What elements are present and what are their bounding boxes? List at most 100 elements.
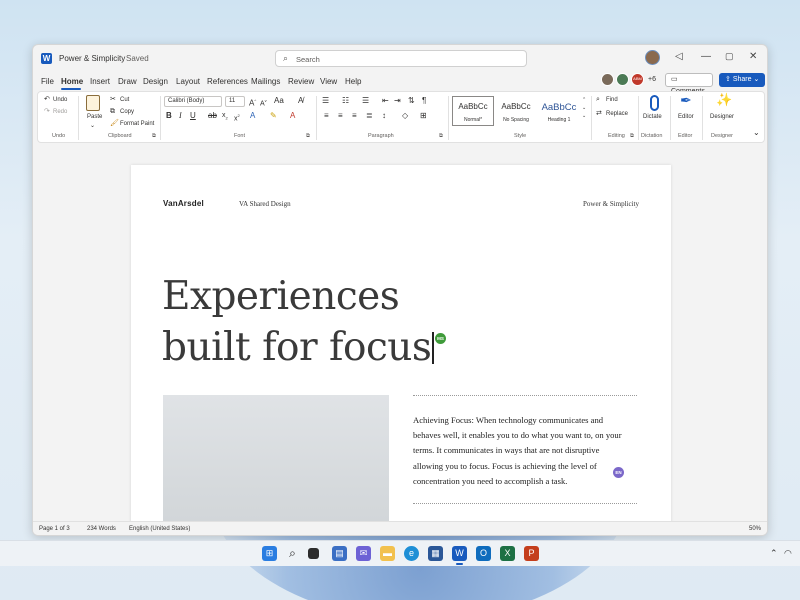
dialog-launcher-icon[interactable]: ⧉ [306, 133, 310, 140]
underline-icon[interactable]: U [190, 111, 196, 121]
bold-icon[interactable]: B [166, 111, 172, 121]
document-page[interactable]: VanArsdel VA Shared Design Power & Simpl… [131, 165, 671, 521]
collaborator-avatar[interactable] [601, 73, 614, 86]
tab-help[interactable]: Help [345, 77, 361, 86]
outlook-icon[interactable]: O [476, 546, 491, 561]
tab-review[interactable]: Review [288, 77, 314, 86]
coauthor-presence-badge[interactable]: EN [613, 467, 624, 478]
align-center-icon[interactable]: ≡ [338, 111, 343, 121]
excel-icon[interactable]: X [500, 546, 515, 561]
style-no-spacing[interactable]: AaBbCc No Spacing [495, 96, 537, 126]
tab-design[interactable]: Design [143, 77, 168, 86]
tab-mailings[interactable]: Mailings [251, 77, 280, 86]
microphone-icon[interactable] [650, 95, 659, 111]
subscript-icon[interactable]: x2 [222, 111, 228, 123]
undo-icon[interactable]: ↶ [44, 95, 50, 105]
collaborator-avatar[interactable] [616, 73, 629, 86]
page-count[interactable]: Page 1 of 3 [39, 526, 70, 532]
sort-icon[interactable]: ⇅ [408, 96, 415, 106]
zoom-level[interactable]: 50% [749, 526, 761, 532]
search-box[interactable]: ⌕ Search [275, 50, 527, 67]
style-normal[interactable]: AaBbCc Normal* [452, 96, 494, 126]
styles-scroll-icon[interactable]: ⌃ ⌄ ⌄ [582, 96, 586, 120]
paste-button[interactable]: Paste [87, 114, 102, 120]
tab-layout[interactable]: Layout [176, 77, 200, 86]
align-left-icon[interactable]: ≡ [324, 111, 329, 121]
collaborator-overflow[interactable]: +6 [648, 76, 656, 83]
shading-icon[interactable]: ◇ [402, 111, 408, 121]
borders-icon[interactable]: ⊞ [420, 111, 427, 121]
format-painter-icon[interactable]: 🖌 [110, 119, 119, 129]
superscript-icon[interactable]: x2 [234, 111, 240, 124]
replace-icon[interactable]: ⇄ [596, 109, 602, 119]
close-icon[interactable]: ✕ [749, 51, 757, 62]
multilevel-list-icon[interactable]: ☰ [362, 96, 369, 106]
editor-button[interactable]: Editor [678, 114, 694, 120]
font-size-select[interactable]: 11 [225, 96, 245, 107]
dialog-launcher-icon[interactable]: ⧉ [630, 133, 634, 140]
editor-icon[interactable]: ✒ [680, 93, 692, 107]
file-explorer-icon[interactable]: ▬ [380, 546, 395, 561]
tab-view[interactable]: View [320, 77, 337, 86]
dictate-button[interactable]: Dictate [643, 114, 662, 120]
coauthor-presence-badge[interactable]: MS [435, 333, 446, 344]
tab-references[interactable]: References [207, 77, 248, 86]
designer-button[interactable]: Designer [710, 114, 734, 120]
comments-button[interactable]: ▭ Comments [665, 73, 713, 95]
align-right-icon[interactable]: ≡ [352, 111, 357, 121]
document-image[interactable] [163, 395, 389, 521]
pilcrow-icon[interactable]: ¶ [422, 96, 426, 106]
copy-icon[interactable]: ⧉ [110, 107, 115, 117]
tab-home[interactable]: Home [61, 77, 83, 86]
replace-button[interactable]: Replace [606, 111, 628, 117]
designer-icon[interactable]: ✨ [716, 93, 732, 106]
style-heading-1[interactable]: AaBbCc Heading 1 [538, 96, 580, 126]
chevron-down-icon[interactable]: ⌄ [90, 122, 95, 129]
task-view-icon[interactable] [308, 548, 319, 559]
text-effects-icon[interactable]: A [250, 111, 255, 121]
collapse-ribbon-icon[interactable]: ⌄ [753, 128, 760, 138]
account-avatar[interactable] [645, 50, 660, 65]
copy-button[interactable]: Copy [120, 109, 134, 115]
find-icon[interactable]: ⌕ [596, 95, 600, 105]
chevron-up-icon[interactable]: ⌃ [770, 548, 778, 559]
find-button[interactable]: Find [606, 97, 618, 103]
shrink-font-icon[interactable]: Av [260, 96, 267, 109]
undo-button[interactable]: Undo [53, 97, 67, 103]
scissors-icon[interactable]: ✂ [110, 95, 116, 105]
tab-file[interactable]: File [41, 77, 54, 86]
word-count[interactable]: 234 Words [87, 526, 116, 532]
grow-font-icon[interactable]: A^ [249, 96, 256, 109]
word-icon[interactable]: W [452, 546, 467, 561]
feedback-icon[interactable]: ◁ [675, 51, 683, 62]
decrease-indent-icon[interactable]: ⇤ [382, 96, 389, 106]
cut-button[interactable]: Cut [120, 97, 129, 103]
bullets-icon[interactable]: ☰ [322, 96, 329, 106]
widgets-icon[interactable]: ▤ [332, 546, 347, 561]
search-icon[interactable]: ⌕ [285, 546, 300, 561]
format-painter-button[interactable]: Format Paint [120, 121, 154, 127]
strikethrough-icon[interactable]: ab [208, 111, 217, 121]
highlight-icon[interactable]: ✎ [270, 111, 277, 121]
edge-icon[interactable]: e [404, 546, 419, 561]
tab-insert[interactable]: Insert [90, 77, 110, 86]
numbering-icon[interactable]: ☷ [342, 96, 349, 106]
collaborator-avatar[interactable]: ABM [631, 73, 644, 86]
share-button[interactable]: ⇪ Share ⌄ [719, 73, 765, 87]
change-case-icon[interactable]: Aa [274, 96, 284, 106]
justify-icon[interactable]: ≣ [366, 111, 373, 121]
clear-formatting-icon[interactable]: A̸ [298, 96, 303, 106]
language-indicator[interactable]: English (United States) [129, 526, 190, 532]
increase-indent-icon[interactable]: ⇥ [394, 96, 401, 106]
headline[interactable]: Experiences built for focus [162, 271, 434, 373]
store-icon[interactable]: ▦ [428, 546, 443, 561]
maximize-icon[interactable]: ▢ [725, 51, 734, 62]
italic-icon[interactable]: I [179, 111, 182, 121]
wifi-icon[interactable]: ◠ [784, 548, 792, 559]
windows-start-icon[interactable]: ⊞ [262, 546, 277, 561]
body-paragraph[interactable]: Achieving Focus: When technology communi… [413, 413, 629, 489]
minimize-icon[interactable]: — [701, 51, 711, 62]
document-canvas[interactable]: VanArsdel VA Shared Design Power & Simpl… [33, 145, 767, 521]
chat-icon[interactable]: ✉ [356, 546, 371, 561]
paste-icon[interactable] [86, 95, 100, 111]
